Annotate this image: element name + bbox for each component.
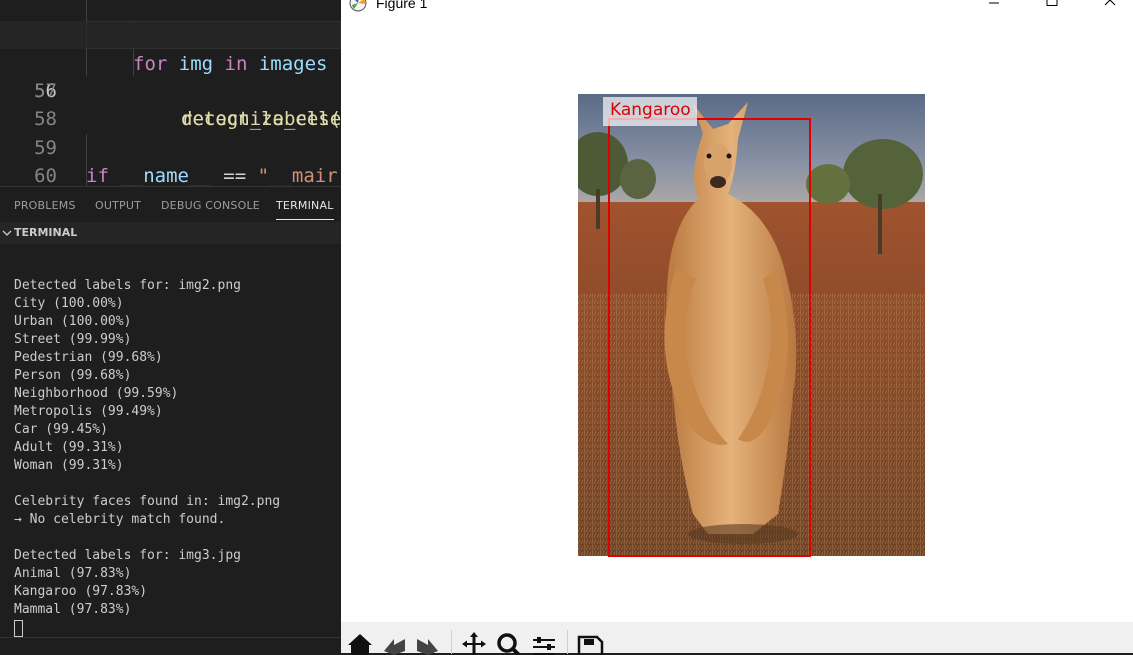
terminal-line: City (100.00%): [14, 296, 124, 311]
terminal-line: Pedestrian (99.68%): [14, 350, 163, 365]
code-line[interactable]: 57 recognize_cele: [0, 49, 341, 130]
terminal-line: Person (99.68%): [14, 368, 132, 383]
figure-window: Figure 1 Kangaroo: [341, 0, 1133, 655]
title-bar[interactable]: Figure 1: [341, 0, 1133, 14]
maximize-icon[interactable]: [1029, 0, 1075, 14]
detection-label: Kangaroo: [610, 100, 691, 120]
code-line[interactable]: 59 if __name__ == "__mair: [0, 106, 341, 186]
terminal-line: Metropolis (99.49%): [14, 404, 163, 419]
tab-terminal[interactable]: TERMINAL: [276, 199, 334, 220]
detection-bounding-box: [608, 118, 811, 557]
terminal-line: Kangaroo (97.83%): [14, 584, 148, 599]
save-icon[interactable]: [575, 629, 605, 655]
terminal-section-header[interactable]: TERMINAL: [0, 222, 341, 244]
home-icon[interactable]: [345, 629, 375, 655]
pan-icon[interactable]: [459, 629, 489, 655]
tab-problems[interactable]: PROBLEMS: [14, 199, 76, 212]
code-line[interactable]: 55 for img in images: [0, 0, 341, 75]
code-line[interactable]: 61: [0, 162, 341, 186]
back-icon[interactable]: [379, 629, 409, 655]
matplotlib-logo-icon: [349, 0, 367, 12]
terminal-line: Detected labels for: img3.jpg: [14, 548, 241, 563]
window-title: Figure 1: [376, 0, 428, 11]
terminal-output[interactable]: Detected labels for: img2.png City (100.…: [0, 244, 341, 637]
forward-icon[interactable]: [413, 629, 443, 655]
tab-debug-console[interactable]: DEBUG CONSOLE: [161, 199, 260, 212]
figure-toolbar: [341, 622, 1133, 655]
terminal-line: Celebrity faces found in: img2.png: [14, 494, 281, 509]
terminal-line: Neighborhood (99.59%): [14, 386, 179, 401]
terminal-line: Urban (100.00%): [14, 314, 132, 329]
toolbar-divider: [567, 630, 568, 654]
panel-tab-bar: PROBLEMS OUTPUT DEBUG CONSOLE TERMINAL: [0, 186, 341, 223]
terminal-line: Mammal (97.83%): [14, 602, 132, 617]
terminal-line: Adult (99.31%): [14, 440, 124, 455]
minimize-icon[interactable]: [971, 0, 1017, 14]
figure-canvas[interactable]: Kangaroo: [341, 20, 1133, 620]
code-line[interactable]: 58: [0, 77, 341, 130]
close-icon[interactable]: [1087, 0, 1133, 14]
chevron-down-icon: [2, 230, 12, 236]
code-line-current[interactable]: 56 detect_labels(: [0, 21, 341, 130]
terminal-line: Animal (97.83%): [14, 566, 132, 581]
terminal-line: Detected labels for: img2.png: [14, 278, 241, 293]
status-strip: [0, 637, 341, 654]
code-editor[interactable]: 55 for img in images 56 detect_labels( 5…: [0, 0, 341, 186]
terminal-cursor: [14, 620, 23, 637]
tab-output[interactable]: OUTPUT: [95, 199, 141, 212]
toolbar-divider: [451, 630, 452, 654]
terminal-line: Street (99.99%): [14, 332, 132, 347]
terminal-line: Car (99.45%): [14, 422, 108, 437]
zoom-icon[interactable]: [494, 629, 524, 655]
terminal-line: → No celebrity match found.: [14, 512, 226, 527]
terminal-line: Woman (99.31%): [14, 458, 124, 473]
configure-subplots-icon[interactable]: [529, 629, 559, 655]
terminal-section-title: TERMINAL: [14, 226, 78, 239]
code-line[interactable]: 60 main(): [0, 134, 341, 186]
